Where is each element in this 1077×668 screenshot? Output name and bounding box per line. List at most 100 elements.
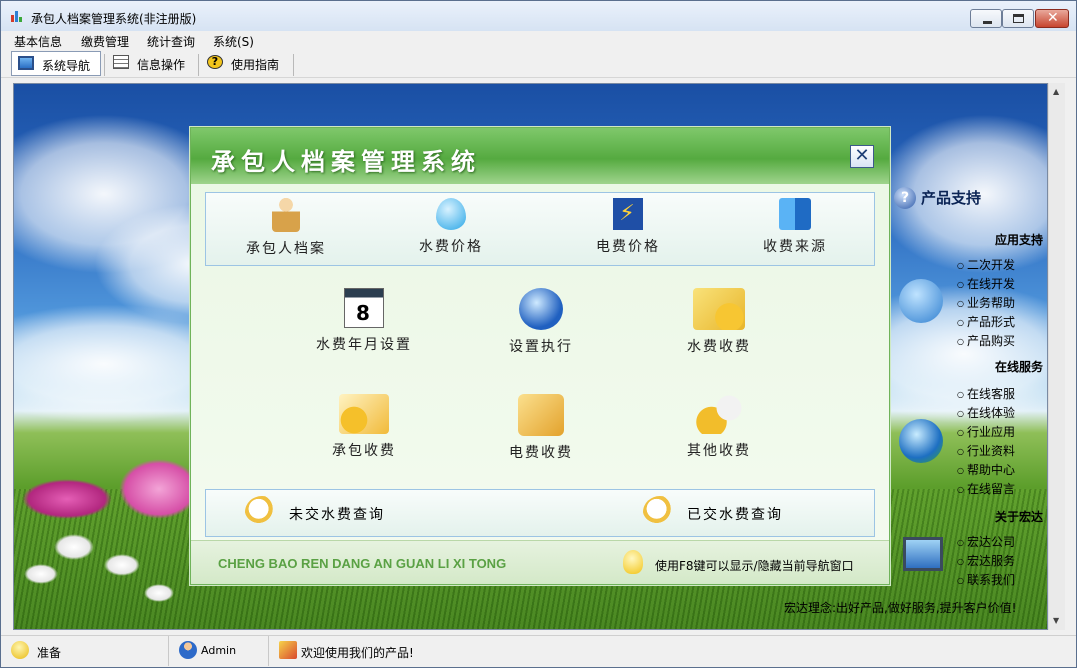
- coins-card-icon: [339, 394, 389, 434]
- item-label: 已交水费查询: [687, 507, 783, 523]
- magnifier-icon: [643, 496, 677, 528]
- electricity-fee-collection-button[interactable]: 电费收费: [496, 394, 586, 462]
- window-title: 承包人档案管理系统(非注册版): [31, 12, 197, 26]
- water-drop-icon: [436, 198, 466, 230]
- menu-fee-management[interactable]: 缴费管理: [81, 33, 129, 50]
- item-label: 其他收费: [687, 443, 751, 459]
- grid-icon: [113, 55, 129, 69]
- link-product-purchase[interactable]: 产品购买: [957, 332, 1015, 349]
- status-ready-text: 准备: [37, 646, 62, 660]
- link-online-development[interactable]: 在线开发: [957, 275, 1015, 292]
- status-user-text: Admin: [201, 644, 237, 657]
- question-icon: ?: [894, 187, 916, 209]
- support-header: 产品支持: [921, 189, 982, 207]
- money-bag-icon: [694, 394, 744, 434]
- minimize-button[interactable]: [970, 9, 1002, 28]
- status-user-cell: Admin: [169, 636, 269, 666]
- link-industry-application[interactable]: 行业应用: [957, 423, 1015, 440]
- status-lightbulb-icon: [11, 641, 29, 659]
- close-icon: ✕: [1047, 10, 1059, 26]
- menu-statistics[interactable]: 统计查询: [147, 33, 195, 50]
- toolbar-label: 信息操作: [137, 58, 186, 72]
- status-bar: 准备 Admin 欢迎使用我们的产品!: [1, 635, 1076, 667]
- monitor-icon: [18, 56, 34, 70]
- link-industry-materials[interactable]: 行业资料: [957, 442, 1015, 459]
- item-label: 水费收费: [687, 339, 751, 355]
- coins-icon: [693, 288, 745, 330]
- water-year-month-setting-button[interactable]: 8 水费年月设置: [309, 288, 419, 354]
- navigation-close-button[interactable]: ✕: [850, 145, 874, 168]
- link-online-experience[interactable]: 在线体验: [957, 404, 1015, 421]
- setting-execute-button[interactable]: 设置执行: [496, 288, 586, 356]
- item-label: 电费价格: [596, 239, 660, 255]
- item-label: 水费价格: [419, 239, 483, 255]
- electricity-price-button[interactable]: ⚡ 电费价格: [588, 198, 668, 256]
- person-icon: [272, 198, 300, 232]
- lightning-icon: ⚡: [613, 198, 643, 230]
- computer-art-icon: [903, 537, 943, 571]
- toolbar-info-operation-button[interactable]: 信息操作: [107, 51, 197, 76]
- item-label: 承包收费: [332, 443, 396, 459]
- item-label: 承包人档案: [246, 241, 326, 257]
- maximize-button[interactable]: [1002, 9, 1034, 28]
- app-icon: [11, 10, 25, 22]
- status-message-cell: 欢迎使用我们的产品!: [269, 636, 1076, 666]
- minimize-icon: [983, 21, 992, 24]
- link-help-center[interactable]: 帮助中心: [957, 461, 1015, 478]
- toolbar-user-guide-button[interactable]: ? 使用指南: [201, 51, 291, 76]
- toolbar-label: 系统导航: [42, 59, 91, 73]
- navigation-footer: CHENG BAO REN DANG AN GUAN LI XI TONG 使用…: [191, 540, 889, 584]
- menu-system[interactable]: 系统(S): [213, 33, 254, 50]
- toolbar-separator: [104, 54, 105, 76]
- toolbar: 系统导航 信息操作 ? 使用指南: [1, 50, 1076, 78]
- water-price-button[interactable]: 水费价格: [411, 198, 491, 256]
- link-hongda-company[interactable]: 宏达公司: [957, 533, 1015, 550]
- f8-hint-text: 使用F8键可以显示/隐藏当前导航窗口: [655, 559, 854, 573]
- item-label: 收费来源: [763, 239, 827, 255]
- navigation-title: 承包人档案管理系统: [211, 147, 481, 176]
- item-label: 设置执行: [509, 339, 573, 355]
- globe-art-icon: [899, 419, 943, 463]
- company-slogan: 宏达理念:出好产品,做好服务,提升客户价值!: [784, 601, 1017, 615]
- fee-source-button[interactable]: 收费来源: [755, 198, 835, 256]
- user-icon: [179, 641, 197, 659]
- close-button[interactable]: ✕: [1035, 9, 1069, 28]
- toolbar-label: 使用指南: [231, 58, 280, 72]
- link-business-help[interactable]: 业务帮助: [957, 294, 1015, 311]
- link-product-form[interactable]: 产品形式: [957, 313, 1015, 330]
- toolbar-system-navigation-button[interactable]: 系统导航: [11, 51, 101, 76]
- link-contact-us[interactable]: 联系我们: [957, 571, 1015, 588]
- maximize-icon: [1013, 14, 1024, 23]
- help-icon: ?: [207, 55, 223, 69]
- link-secondary-development[interactable]: 二次开发: [957, 256, 1015, 273]
- menu-basic-info[interactable]: 基本信息: [14, 33, 62, 50]
- contract-fee-collection-button[interactable]: 承包收费: [319, 394, 409, 460]
- toolbar-separator: [198, 54, 199, 76]
- link-online-message[interactable]: 在线留言: [957, 480, 1015, 497]
- package-icon: [279, 641, 297, 659]
- toolbar-separator: [293, 54, 294, 76]
- other-fee-collection-button[interactable]: 其他收费: [674, 394, 764, 460]
- scroll-down-icon[interactable]: ▼: [1053, 616, 1059, 625]
- section-online-service: 在线服务: [994, 360, 1043, 374]
- item-label: 电费收费: [509, 445, 573, 461]
- magnifier-icon: [245, 496, 279, 528]
- item-label: 水费年月设置: [316, 337, 412, 353]
- title-bar: 承包人档案管理系统(非注册版) ✕: [1, 1, 1076, 31]
- paid-water-fee-query-button[interactable]: 已交水费查询: [643, 496, 803, 530]
- link-hongda-service[interactable]: 宏达服务: [957, 552, 1015, 569]
- vertical-scrollbar[interactable]: ▲ ▼: [1048, 83, 1065, 630]
- unpaid-water-fee-query-button[interactable]: 未交水费查询: [245, 496, 405, 530]
- app-window: 承包人档案管理系统(非注册版) ✕ 基本信息 缴费管理 统计查询 系统(S) 系…: [0, 0, 1077, 668]
- arrow-art-icon: [899, 279, 943, 323]
- cash-register-icon: [518, 394, 564, 436]
- link-online-support[interactable]: 在线客服: [957, 385, 1015, 402]
- navigation-window: 承包人档案管理系统 ✕ 承包人档案 水费价格 ⚡ 电费价格 收费来源 8 水费年…: [190, 127, 890, 585]
- calendar-icon: 8: [344, 288, 384, 328]
- scroll-up-icon[interactable]: ▲: [1053, 87, 1059, 96]
- status-ready-cell: 准备: [1, 636, 169, 666]
- contractor-archive-button[interactable]: 承包人档案: [241, 198, 331, 258]
- water-fee-collection-button[interactable]: 水费收费: [674, 288, 764, 356]
- lightbulb-icon: [623, 550, 643, 574]
- system-pinyin-name: CHENG BAO REN DANG AN GUAN LI XI TONG: [218, 556, 507, 571]
